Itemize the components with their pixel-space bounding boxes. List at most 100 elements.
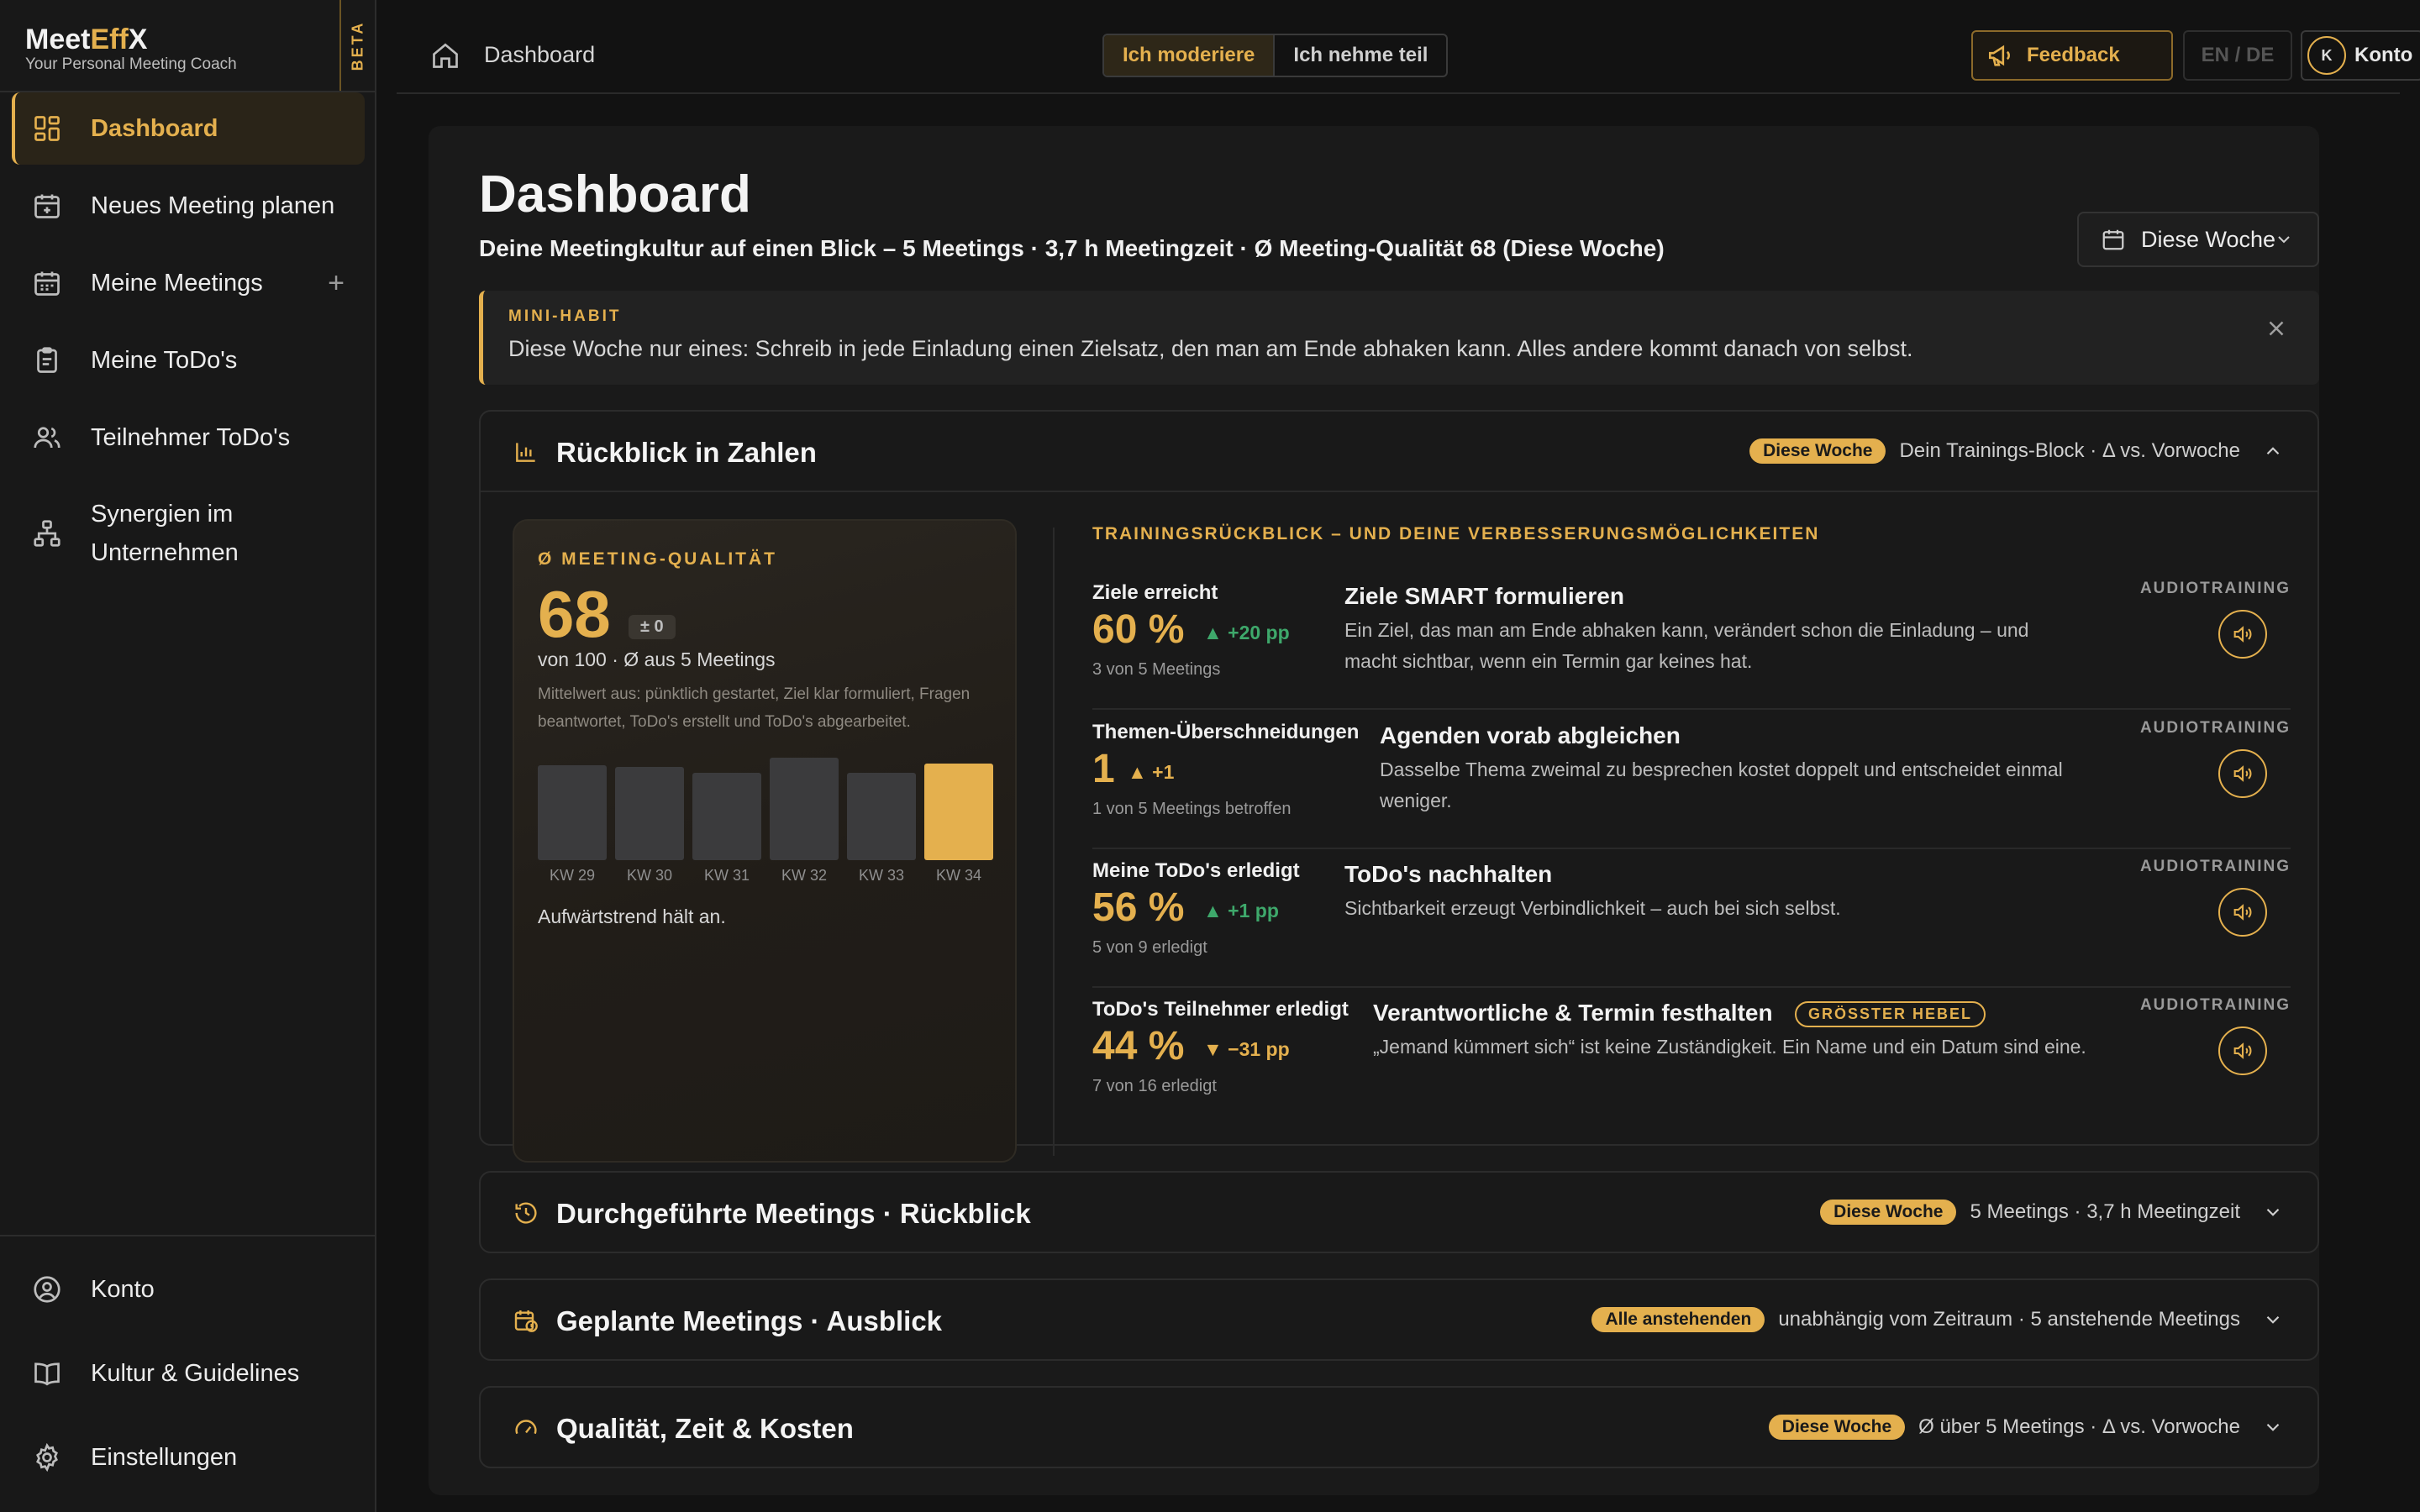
sidebar-item-new-meeting[interactable]: Neues Meeting planen [12,170,365,242]
metric-sub: 3 von 5 Meetings [1092,660,1221,679]
review-meta-text: Dein Trainings-Block · Δ vs. Vorwoche [1899,439,2240,462]
sidebar-item-dashboard[interactable]: Dashboard [12,92,365,165]
speaker-icon [2233,765,2252,782]
megaphone-icon [1988,45,2010,66]
past-meetings-card[interactable]: Durchgeführte Meetings · Rückblick Diese… [479,1171,2319,1253]
dashboard-icon [34,116,60,141]
calendar-plus-icon [34,194,60,218]
chevron-down-icon[interactable] [2262,1416,2284,1438]
past-meetings-meta: Diese Woche 5 Meetings · 3,7 h Meetingze… [1820,1200,2284,1225]
role-moderate-tab[interactable]: Ich moderiere [1104,35,1276,76]
sidebar-item-label: Synergien im Unternehmen [91,501,239,566]
quality-costs-title: Qualität, Zeit & Kosten [556,1413,854,1444]
feedback-label: Feedback [2027,44,2120,66]
sidebar-item-account[interactable]: Konto [12,1253,365,1326]
chart-bar [538,765,607,860]
book-icon [34,1362,60,1386]
metric-delta: ▲ +1 pp [1203,900,1279,921]
chart-bar [615,767,684,860]
mini-habit-text: Diese Woche nur eines: Schreib in jede E… [508,336,1913,361]
quality-value: 68 [538,577,611,651]
training-row: Themen-Überschneidungen 1 ▲ +1 1 von 5 M… [1092,711,2291,849]
review-card-meta: Diese Woche Dein Trainings-Block · Δ vs.… [1749,438,2284,464]
chart-tick-label: KW 34 [935,867,982,884]
trend-text: Aufwärtstrend hält an. [538,906,726,927]
sidebar-item-my-meetings[interactable]: Meine Meetings + [12,247,365,319]
sidebar-item-label: Neues Meeting planen [91,192,335,219]
review-card-title: Rückblick in Zahlen [556,437,817,468]
speaker-icon [2233,1042,2252,1059]
review-card-header[interactable]: Rückblick in Zahlen Diese Woche Dein Tra… [481,412,2317,492]
mini-habit-banner: MINI-HABIT Diese Woche nur eines: Schrei… [479,291,2319,385]
tip-title: Verantwortliche & Termin festhalten [1373,1000,1773,1026]
sidebar-item-culture[interactable]: Kultur & Guidelines [12,1337,365,1410]
chevron-up-icon[interactable] [2262,440,2284,462]
app-logo[interactable]: MeetEffX [25,24,147,56]
org-chart-icon [34,520,60,547]
tip-title: ToDo's nachhalten [1344,861,1553,887]
tip-text: Sichtbarkeit erzeugt Verbindlichkeit – a… [1344,897,1841,919]
chevron-down-icon[interactable] [2262,1309,2284,1331]
chevron-down-icon [2278,236,2290,244]
metric-name: Themen-Überschneidungen [1092,721,1360,743]
quality-costs-meta-text: Ø über 5 Meetings · Δ vs. Vorwoche [1918,1415,2240,1438]
planned-meetings-header[interactable]: Geplante Meetings · Ausblick Alle ansteh… [481,1280,2317,1361]
home-icon[interactable] [430,40,460,71]
account-button[interactable]: K Konto [2301,30,2420,81]
tip-text: Ein Ziel, das man am Ende abhaken kann, … [1344,619,2029,672]
sidebar-item-synergies[interactable]: Synergien im Unternehmen [12,479,365,588]
feedback-button[interactable]: Feedback [1971,30,2173,81]
audio-play-button[interactable] [2218,749,2267,798]
chart-tick-label: KW 32 [781,867,828,884]
avatar: K [2307,36,2346,75]
sidebar-item-label: Dashboard [91,115,218,142]
metric-name: Ziele erreicht [1092,581,1218,604]
tip-title: Ziele SMART formulieren [1344,583,1624,609]
gauge-icon [515,1420,537,1435]
role-toggle: Ich moderiere Ich nehme teil [1102,34,1449,77]
metric-value: 44 % [1092,1024,1185,1068]
sidebar-item-label: Meine Meetings [91,270,263,297]
close-icon[interactable] [2264,316,2289,341]
speaker-icon [2233,626,2252,643]
period-select[interactable]: Diese Woche [2077,212,2319,267]
sidebar-item-participant-todos[interactable]: Teilnehmer ToDo's [12,402,365,474]
sidebar-footer [0,1235,375,1236]
calendar-clock-icon [514,1310,538,1332]
clipboard-icon [37,347,57,373]
quality-stat-card: Ø MEETING-QUALITÄT 68 ± 0 von 100 · Ø au… [513,519,1017,1163]
language-switch[interactable]: EN / DE [2183,30,2292,81]
planned-meetings-meta: Alle anstehenden unabhängig vom Zeitraum… [1591,1307,2284,1332]
history-icon [515,1202,537,1224]
chart-bar [924,764,993,860]
mini-habit-label: MINI-HABIT [508,307,622,325]
training-header: TRAININGSRÜCKBLICK – UND DEINE VERBESSER… [1092,524,1820,543]
metric-delta: ▲ +20 pp [1203,622,1290,643]
sidebar-item-settings[interactable]: Einstellungen [12,1421,365,1494]
audio-play-button[interactable] [2218,1026,2267,1075]
past-meetings-title: Durchgeführte Meetings · Rückblick [556,1198,1031,1229]
sidebar-item-label: Kultur & Guidelines [91,1360,300,1387]
metric-value: 1 [1092,747,1115,791]
add-meeting-icon[interactable]: + [328,267,345,300]
gear-icon [36,1442,58,1473]
metric-delta: ▲ +1 [1128,761,1175,783]
chart-tick-label: KW 31 [703,867,750,884]
quality-costs-header[interactable]: Qualität, Zeit & Kosten Diese Woche Ø üb… [481,1388,2317,1468]
audio-play-button[interactable] [2218,888,2267,937]
sidebar-item-my-todos[interactable]: Meine ToDo's [12,324,365,396]
topbar: Dashboard Ich moderiere Ich nehme teil F… [376,0,2420,94]
divider [1053,528,1055,1156]
tip-text: „Jemand kümmert sich“ ist keine Zuständi… [1373,1036,2086,1058]
quality-costs-meta: Diese Woche Ø über 5 Meetings · Δ vs. Vo… [1768,1415,2284,1440]
past-meetings-header[interactable]: Durchgeführte Meetings · Rückblick Diese… [481,1173,2317,1253]
planned-meetings-card[interactable]: Geplante Meetings · Ausblick Alle ansteh… [479,1278,2319,1361]
quality-costs-card[interactable]: Qualität, Zeit & Kosten Diese Woche Ø üb… [479,1386,2319,1468]
metric-sub: 1 von 5 Meetings betroffen [1092,800,1292,818]
role-participate-tab[interactable]: Ich nehme teil [1275,35,1446,76]
brand: MeetEffX Your Personal Meeting Coach BET… [0,0,375,92]
chevron-down-icon[interactable] [2262,1201,2284,1223]
audio-play-button[interactable] [2218,610,2267,659]
breadcrumb[interactable]: Dashboard [484,42,595,68]
metric-sub: 5 von 9 erledigt [1092,938,1207,957]
